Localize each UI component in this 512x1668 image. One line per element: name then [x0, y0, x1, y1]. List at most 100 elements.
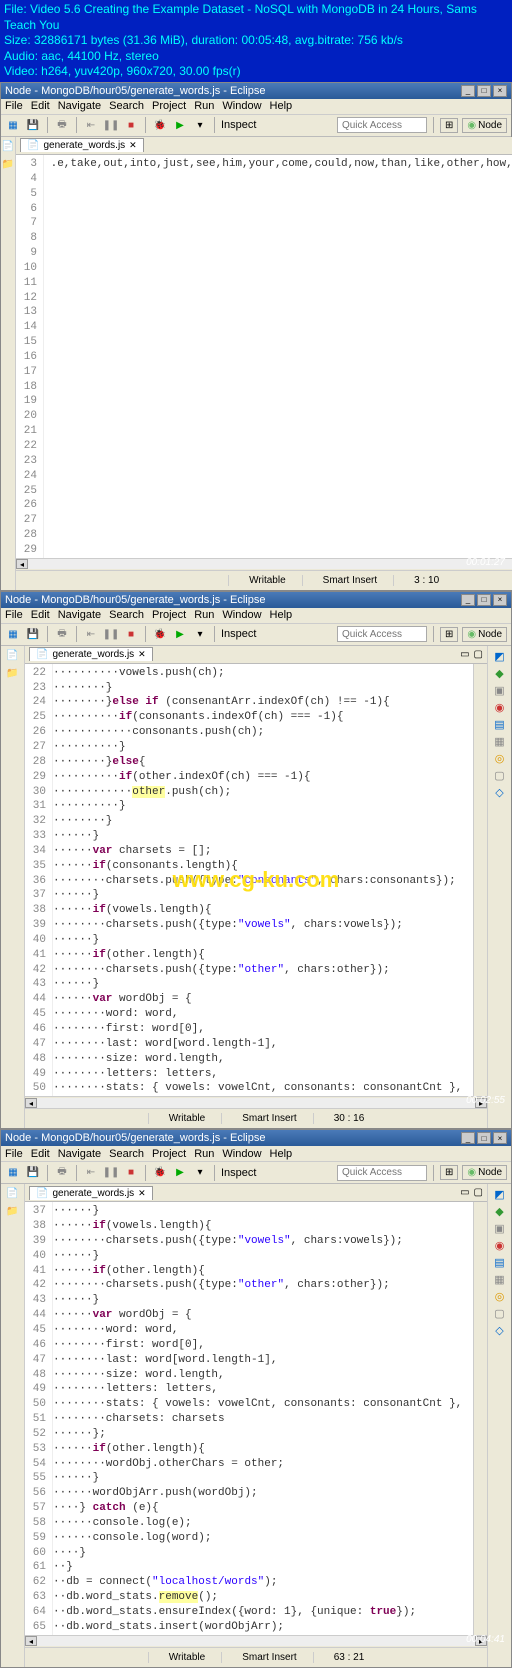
scroll-left-icon[interactable]: ◂	[25, 1636, 37, 1646]
new-icon[interactable]: ▦	[5, 117, 21, 133]
menu-search[interactable]: Search	[109, 1148, 144, 1160]
open-perspective-button[interactable]: ⊞	[440, 118, 458, 133]
menu-window[interactable]: Window	[222, 1148, 261, 1160]
close-button[interactable]: ×	[493, 594, 507, 606]
debug-stepback-icon[interactable]: ⇤	[83, 1165, 99, 1181]
tool-icon[interactable]: ▣	[494, 684, 504, 697]
menu-edit[interactable]: Edit	[31, 100, 50, 112]
code-view[interactable]: 22 23 24 25 26 27 28 29 30 31 32 33 34 3…	[25, 664, 487, 1096]
title-bar[interactable]: Node - MongoDB/hour05/generate_words.js …	[1, 592, 511, 608]
minimize-button[interactable]: _	[461, 594, 475, 606]
outline-icon[interactable]: 📄	[6, 650, 20, 664]
maximize-view-icon[interactable]: ▢	[474, 649, 483, 660]
package-explorer-icon[interactable]: 📁	[6, 1206, 20, 1220]
tool-icon[interactable]: ◆	[495, 667, 503, 680]
code-text[interactable]: ······} ······if(vowels.length){ ·······…	[53, 1202, 487, 1634]
menu-project[interactable]: Project	[152, 100, 186, 112]
menu-run[interactable]: Run	[194, 609, 214, 621]
inspect-button[interactable]: Inspect	[221, 119, 256, 131]
tool-icon[interactable]: ▤	[494, 718, 504, 731]
minimize-button[interactable]: _	[461, 85, 475, 97]
editor-tab[interactable]: 📄 generate_words.js ✕	[29, 647, 153, 661]
menu-file[interactable]: File	[5, 609, 23, 621]
code-text[interactable]: ··········vowels.push(ch); ········} ···…	[53, 664, 487, 1096]
code-view[interactable]: 3 4 5 6 7 8 9 10 11 12 13 14 15 16 17 18…	[16, 155, 512, 558]
tool-icon[interactable]: ▦	[494, 735, 504, 748]
vertical-scrollbar[interactable]	[473, 1202, 487, 1634]
open-perspective-button[interactable]: ⊞	[440, 627, 458, 642]
tool-icon[interactable]: ◉	[495, 701, 505, 714]
tool-icon[interactable]: ▤	[494, 1256, 504, 1269]
tool-icon[interactable]: ◇	[495, 786, 503, 799]
debug-pause-icon[interactable]: ❚❚	[103, 626, 119, 642]
run-icon[interactable]: ▶	[172, 117, 188, 133]
run-icon[interactable]: ▶	[172, 1165, 188, 1181]
maximize-button[interactable]: □	[477, 594, 491, 606]
tab-close-icon[interactable]: ✕	[129, 140, 137, 151]
menu-search[interactable]: Search	[109, 100, 144, 112]
package-explorer-icon[interactable]: 📁	[1, 159, 15, 173]
horizontal-scrollbar[interactable]: ◂ ▸	[25, 1096, 487, 1108]
tool-icon[interactable]: ◇	[495, 1324, 503, 1337]
scroll-left-icon[interactable]: ◂	[16, 559, 28, 569]
minimize-view-icon[interactable]: ▭	[460, 1187, 469, 1198]
debug-pause-icon[interactable]: ❚❚	[103, 117, 119, 133]
tool-icon[interactable]: ▦	[494, 1273, 504, 1286]
menu-file[interactable]: File	[5, 1148, 23, 1160]
editor-tab[interactable]: 📄 generate_words.js ✕	[20, 138, 144, 152]
menu-navigate[interactable]: Navigate	[58, 609, 101, 621]
maximize-button[interactable]: □	[477, 85, 491, 97]
menu-navigate[interactable]: Navigate	[58, 100, 101, 112]
menu-run[interactable]: Run	[194, 100, 214, 112]
maximize-view-icon[interactable]: ▢	[474, 1187, 483, 1198]
scroll-left-icon[interactable]: ◂	[25, 1098, 37, 1108]
debug-stop-icon[interactable]: ■	[123, 626, 139, 642]
minimize-view-icon[interactable]: ▭	[460, 649, 469, 660]
debug-icon[interactable]: 🐞	[152, 626, 168, 642]
tool-icon[interactable]: ▣	[494, 1222, 504, 1235]
print-icon[interactable]: 🖶	[54, 1165, 70, 1181]
open-perspective-button[interactable]: ⊞	[440, 1165, 458, 1180]
tool-icon[interactable]: ◉	[495, 1239, 505, 1252]
tool-icon[interactable]: ▢	[494, 1307, 504, 1320]
menu-search[interactable]: Search	[109, 609, 144, 621]
menu-help[interactable]: Help	[270, 1148, 293, 1160]
menu-run[interactable]: Run	[194, 1148, 214, 1160]
horizontal-scrollbar[interactable]: ◂ ▸	[25, 1635, 487, 1647]
debug-icon[interactable]: 🐞	[152, 1165, 168, 1181]
quick-access-input[interactable]	[337, 1165, 427, 1181]
outline-icon[interactable]: 📄	[1, 141, 15, 155]
package-explorer-icon[interactable]: 📁	[6, 668, 20, 682]
title-bar[interactable]: Node - MongoDB/hour05/generate_words.js …	[1, 83, 511, 99]
code-text[interactable]: .e,take,out,into,just,see,him,your,come,…	[44, 155, 512, 558]
minimize-button[interactable]: _	[461, 1132, 475, 1144]
new-icon[interactable]: ▦	[5, 626, 21, 642]
editor-tab[interactable]: 📄 generate_words.js ✕	[29, 1186, 153, 1200]
quick-access-input[interactable]	[337, 117, 427, 133]
save-icon[interactable]: 💾	[25, 117, 41, 133]
debug-icon[interactable]: 🐞	[152, 117, 168, 133]
menu-help[interactable]: Help	[270, 100, 293, 112]
menu-window[interactable]: Window	[222, 100, 261, 112]
tool-icon[interactable]: ◩	[494, 1188, 504, 1201]
menu-project[interactable]: Project	[152, 1148, 186, 1160]
menu-file[interactable]: File	[5, 100, 23, 112]
outline-icon[interactable]: 📄	[6, 1188, 20, 1202]
node-perspective-button[interactable]: ◉ Node	[462, 627, 507, 642]
vertical-scrollbar[interactable]	[473, 664, 487, 1096]
debug-stepback-icon[interactable]: ⇤	[83, 626, 99, 642]
node-perspective-button[interactable]: ◉ Node	[462, 118, 507, 133]
inspect-button[interactable]: Inspect	[221, 628, 256, 640]
quick-access-input[interactable]	[337, 626, 427, 642]
tab-close-icon[interactable]: ✕	[138, 649, 146, 660]
tool-icon[interactable]: ▢	[494, 769, 504, 782]
debug-stop-icon[interactable]: ■	[123, 1165, 139, 1181]
menu-edit[interactable]: Edit	[31, 1148, 50, 1160]
tool-icon[interactable]: ◩	[494, 650, 504, 663]
menu-edit[interactable]: Edit	[31, 609, 50, 621]
menu-project[interactable]: Project	[152, 609, 186, 621]
tool-icon[interactable]: ◎	[495, 752, 505, 765]
new-icon[interactable]: ▦	[5, 1165, 21, 1181]
maximize-button[interactable]: □	[477, 1132, 491, 1144]
menu-window[interactable]: Window	[222, 609, 261, 621]
